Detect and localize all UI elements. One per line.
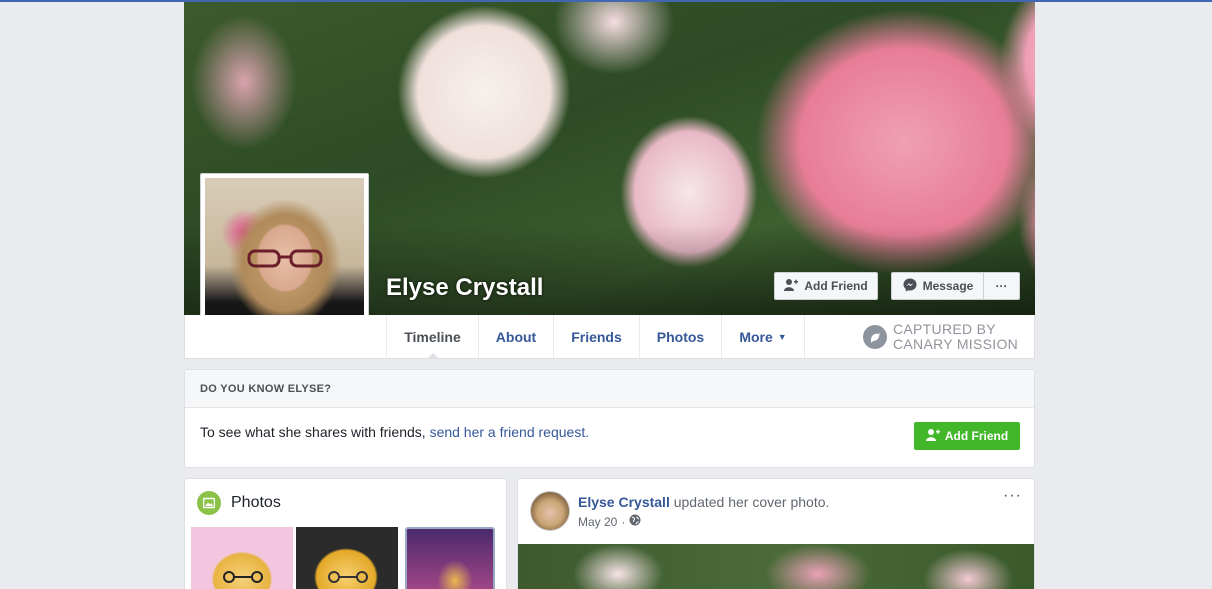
post-date[interactable]: May 20 — [578, 515, 617, 529]
photos-card: Photos — [184, 478, 507, 589]
photos-header[interactable]: Photos — [197, 491, 281, 515]
canary-logo-icon — [863, 325, 887, 349]
photos-icon — [197, 491, 221, 515]
photo-thumbnail[interactable] — [296, 527, 398, 589]
add-friend-green-label: Add Friend — [944, 429, 1009, 443]
post-cover-photo[interactable] — [518, 544, 1034, 589]
add-friend-icon — [784, 278, 799, 294]
watermark-text: CAPTURED BY CANARY MISSION — [893, 322, 1018, 352]
friend-request-link[interactable]: send her a friend request. — [430, 424, 590, 440]
do-you-know-card: DO YOU KNOW ELYSE? To see what she share… — [184, 369, 1035, 468]
chevron-down-icon: ▼ — [777, 331, 787, 342]
tab-more[interactable]: More ▼ — [721, 315, 805, 358]
nav-tabs: Timeline About Friends Photos More ▼ — [386, 315, 805, 359]
post-author-avatar[interactable] — [530, 491, 570, 531]
add-friend-button[interactable]: Add Friend — [774, 272, 878, 300]
photo-thumbnail[interactable] — [191, 527, 293, 589]
glasses-graphic — [223, 571, 263, 583]
canary-mission-watermark: CAPTURED BY CANARY MISSION — [863, 321, 1018, 353]
post-header: Elyse Crystall updated her cover photo. — [578, 494, 829, 510]
more-options-button[interactable]: ··· — [983, 272, 1020, 300]
watermark-line-1: CAPTURED BY — [893, 321, 996, 337]
tab-about[interactable]: About — [478, 315, 553, 358]
tab-photos[interactable]: Photos — [639, 315, 721, 358]
photos-title: Photos — [231, 494, 281, 511]
add-friend-label: Add Friend — [804, 279, 868, 293]
glasses-graphic — [247, 249, 323, 268]
glasses-graphic — [328, 571, 368, 583]
message-label: Message — [922, 279, 974, 293]
tab-friends[interactable]: Friends — [553, 315, 639, 358]
more-dots-icon: ··· — [995, 279, 1008, 293]
post-meta-separator: · — [621, 514, 626, 529]
add-friend-green-button[interactable]: Add Friend — [914, 422, 1020, 450]
globe-icon — [629, 514, 641, 529]
profile-photo-image — [205, 178, 364, 337]
profile-nav-bar: Timeline About Friends Photos More ▼ CAP… — [184, 315, 1035, 359]
watermark-line-2: CANARY MISSION — [893, 336, 1019, 352]
profile-name[interactable]: Elyse Crystall — [386, 274, 543, 302]
add-friend-icon — [925, 428, 940, 444]
tab-timeline[interactable]: Timeline — [386, 315, 478, 359]
post-card: Elyse Crystall updated her cover photo. … — [517, 478, 1035, 589]
post-meta: May 20 · — [578, 514, 641, 529]
tab-more-label: More — [739, 328, 773, 345]
post-options-icon[interactable]: ··· — [1003, 487, 1022, 505]
post-author-link[interactable]: Elyse Crystall — [578, 494, 670, 510]
messenger-icon — [903, 278, 917, 295]
do-you-know-text-plain: To see what she shares with friends, — [200, 424, 430, 440]
photo-thumbnail[interactable] — [405, 527, 495, 589]
message-button[interactable]: Message — [891, 272, 984, 300]
do-you-know-text: To see what she shares with friends, sen… — [200, 424, 589, 440]
post-action-text: updated her cover photo. — [669, 494, 830, 510]
do-you-know-heading: DO YOU KNOW ELYSE? — [185, 370, 1034, 408]
